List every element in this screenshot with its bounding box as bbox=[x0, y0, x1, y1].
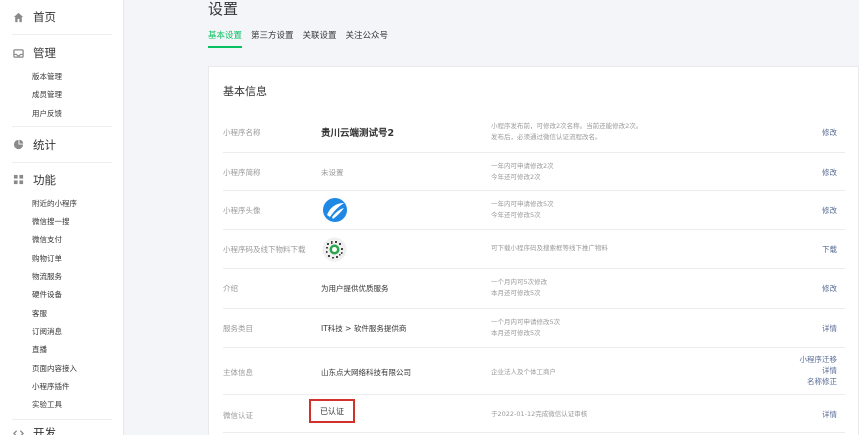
row-label: 介绍 bbox=[223, 284, 238, 293]
app-avatar-image bbox=[323, 198, 347, 222]
desc-line: 一年内可申请修改2次 bbox=[491, 162, 554, 170]
short-name-value: 未设置 bbox=[321, 168, 344, 177]
app-name-value: 贵川云端测试号2 bbox=[321, 128, 395, 139]
sidebar-item-home[interactable]: 首页 bbox=[0, 7, 123, 27]
row-entity-info: 主体信息 山东点大网络科技有限公司 企业法人及个体工商户 小程序迁移 详情 名称… bbox=[223, 348, 845, 395]
sidebar-item-pay[interactable]: 微信支付 bbox=[0, 231, 123, 249]
tab-third-party-settings[interactable]: 第三方设置 bbox=[251, 29, 294, 48]
pie-chart-icon bbox=[12, 139, 24, 151]
name-correction-link[interactable]: 名称修正 bbox=[800, 376, 837, 387]
row-label: 小程序名称 bbox=[223, 128, 261, 137]
sidebar-item-live[interactable]: 直播 bbox=[0, 341, 123, 359]
desc-line: 发布后，必须通过微信认证流程改名。 bbox=[491, 133, 602, 141]
row-description: 可下载小程序码及搜索框等线下推广物料 bbox=[491, 243, 608, 254]
desc-line: 本月还可修改5次 bbox=[491, 289, 541, 297]
row-service-category: 服务类目 IT科技 > 软件服务提供商 一个月内可申请修改5次 本月还可修改5次… bbox=[223, 309, 845, 348]
row-label: 小程序头像 bbox=[223, 206, 261, 215]
row-intro: 介绍 为用户提供优质服务 一个月内可5次修改 本月还可修改5次 修改 bbox=[223, 269, 845, 309]
sidebar: 首页 管理 版本管理 成员管理 用户反馈 统计 功能 附近的小程序 微信搜一搜 … bbox=[0, 0, 124, 435]
sidebar-group-label: 开发 bbox=[33, 426, 56, 435]
download-link[interactable]: 下载 bbox=[822, 244, 837, 255]
sidebar-item-plugins[interactable]: 小程序插件 bbox=[0, 378, 123, 396]
sidebar-group-manage[interactable]: 管理 bbox=[0, 43, 123, 63]
row-description: 于2022-01-12完成微信认证审核 bbox=[491, 409, 587, 420]
row-description: 一个月内可5次修改 本月还可修改5次 bbox=[491, 277, 547, 299]
desc-line: 于2022-01-12完成微信认证审核 bbox=[491, 410, 588, 418]
desc-line: 一年内可申请修改5次 bbox=[491, 200, 554, 208]
row-label: 服务类目 bbox=[223, 324, 253, 333]
row-qrcode: 小程序码及线下物料下载 可下载小程序码及搜索框等线下推广物料 下载 bbox=[223, 230, 845, 269]
migrate-link[interactable]: 小程序迁移 bbox=[800, 354, 838, 365]
modify-link[interactable]: 修改 bbox=[822, 127, 837, 138]
row-description: 小程序发布前，可修改2次名称。当前还能修改2次。 发布后，必须通过微信认证流程改… bbox=[491, 121, 642, 143]
category-value: IT科技 > 软件服务提供商 bbox=[321, 324, 407, 333]
sidebar-group-stats[interactable]: 统计 bbox=[0, 135, 123, 155]
sidebar-item-hardware[interactable]: 硬件设备 bbox=[0, 286, 123, 304]
sidebar-item-service[interactable]: 客服 bbox=[0, 305, 123, 323]
sidebar-item-feedback[interactable]: 用户反馈 bbox=[0, 105, 123, 123]
sidebar-group-label: 统计 bbox=[33, 137, 56, 152]
sidebar-group-label: 管理 bbox=[33, 46, 56, 60]
desc-line: 今年还可修改5次 bbox=[491, 211, 541, 219]
modify-link[interactable]: 修改 bbox=[822, 205, 837, 216]
sidebar-item-nearby[interactable]: 附近的小程序 bbox=[0, 195, 123, 213]
sidebar-item-content[interactable]: 页面内容接入 bbox=[0, 360, 123, 378]
modify-link[interactable]: 修改 bbox=[822, 167, 837, 178]
certified-status-badge: 已认证 bbox=[309, 399, 355, 423]
desc-line: 今年还可修改2次 bbox=[491, 173, 541, 181]
entity-value: 山东点大网络科技有限公司 bbox=[321, 368, 411, 377]
sidebar-item-members[interactable]: 成员管理 bbox=[0, 86, 123, 104]
sidebar-item-version[interactable]: 版本管理 bbox=[0, 68, 123, 86]
page-title: 设置 bbox=[208, 0, 239, 18]
row-label: 微信认证 bbox=[223, 411, 253, 420]
sidebar-group-label: 功能 bbox=[33, 172, 56, 187]
row-description: 企业法人及个体工商户 bbox=[491, 367, 556, 378]
detail-link[interactable]: 详情 bbox=[822, 409, 837, 420]
sidebar-group-features[interactable]: 功能 bbox=[0, 170, 123, 190]
row-description: 一年内可申请修改5次 今年还可修改5次 bbox=[491, 199, 554, 221]
row-description: 一年内可申请修改2次 今年还可修改2次 bbox=[491, 161, 554, 183]
row-label: 小程序码及线下物料下载 bbox=[223, 245, 306, 254]
row-avatar: 小程序头像 一年内可申请修改5次 今年还可修改5次 修改 bbox=[223, 191, 845, 230]
tab-follow-official-account[interactable]: 关注公众号 bbox=[346, 29, 389, 48]
home-icon bbox=[12, 11, 24, 23]
main-content: 设置 基本设置 第三方设置 关联设置 关注公众号 基本信息 小程序名称 贵川云端… bbox=[124, 0, 859, 435]
settings-tabs: 基本设置 第三方设置 关联设置 关注公众号 bbox=[208, 29, 388, 48]
entity-actions: 小程序迁移 详情 名称修正 bbox=[800, 354, 838, 387]
detail-link[interactable]: 详情 bbox=[800, 365, 837, 376]
sidebar-item-subscribe[interactable]: 订阅消息 bbox=[0, 323, 123, 341]
row-short-name: 小程序简称 未设置 一年内可申请修改2次 今年还可修改2次 修改 bbox=[223, 153, 845, 191]
row-label: 主体信息 bbox=[223, 368, 253, 377]
desc-line: 小程序发布前，可修改2次名称。当前还能修改2次。 bbox=[491, 122, 643, 130]
sidebar-item-orders[interactable]: 购物订单 bbox=[0, 250, 123, 268]
grid-icon bbox=[12, 174, 24, 186]
sidebar-item-logistics[interactable]: 物流服务 bbox=[0, 268, 123, 286]
modify-link[interactable]: 修改 bbox=[822, 283, 837, 294]
tab-basic-settings[interactable]: 基本设置 bbox=[208, 29, 243, 48]
desc-line: 一个月内可申请修改5次 bbox=[491, 318, 561, 326]
row-label: 小程序简称 bbox=[223, 168, 261, 177]
row-wechat-certification: 微信认证 已认证 于2022-01-12完成微信认证审核 详情 bbox=[223, 395, 845, 433]
row-app-name: 小程序名称 贵川云端测试号2 小程序发布前，可修改2次名称。当前还能修改2次。 … bbox=[223, 113, 845, 153]
mini-program-code-image bbox=[322, 237, 347, 262]
row-description: 一个月内可申请修改5次 本月还可修改5次 bbox=[491, 317, 560, 339]
sidebar-item-lab[interactable]: 实验工具 bbox=[0, 396, 123, 414]
detail-link[interactable]: 详情 bbox=[822, 323, 837, 334]
sidebar-group-dev[interactable]: 开发 bbox=[0, 423, 123, 435]
sidebar-item-search[interactable]: 微信搜一搜 bbox=[0, 213, 123, 231]
basic-info-card: 基本信息 小程序名称 贵川云端测试号2 小程序发布前，可修改2次名称。当前还能修… bbox=[208, 66, 859, 435]
desc-line: 本月还可修改5次 bbox=[491, 329, 541, 337]
desc-line: 一个月内可5次修改 bbox=[491, 278, 548, 286]
sidebar-item-label: 首页 bbox=[33, 10, 56, 24]
intro-value: 为用户提供优质服务 bbox=[321, 284, 389, 293]
inbox-icon bbox=[12, 47, 24, 59]
app-window: 首页 管理 版本管理 成员管理 用户反馈 统计 功能 附近的小程序 微信搜一搜 … bbox=[0, 0, 859, 435]
tab-association-settings[interactable]: 关联设置 bbox=[303, 29, 337, 48]
section-title: 基本信息 bbox=[223, 85, 267, 98]
code-icon bbox=[12, 427, 24, 435]
desc-line: 企业法人及个体工商户 bbox=[491, 368, 556, 376]
desc-line: 可下载小程序码及搜索框等线下推广物料 bbox=[491, 244, 608, 252]
